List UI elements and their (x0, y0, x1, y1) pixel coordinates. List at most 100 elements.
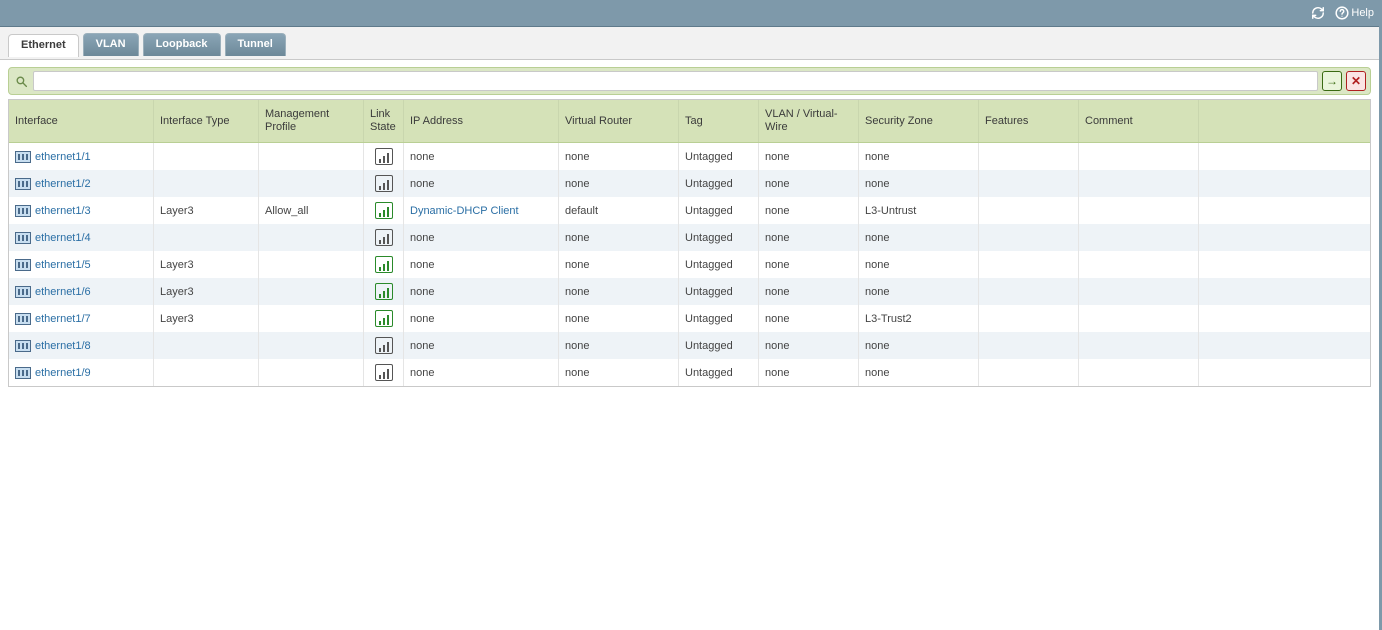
cell-features (979, 278, 1079, 305)
cell-management-profile (259, 305, 364, 332)
cell-comment (1079, 332, 1199, 359)
tab-ethernet[interactable]: Ethernet (8, 34, 79, 57)
search-clear-button[interactable]: ✕ (1346, 71, 1366, 91)
cell-virtual-router: default (559, 197, 679, 224)
cell-comment (1079, 278, 1199, 305)
refresh-button[interactable] (1311, 6, 1325, 20)
search-input[interactable] (33, 71, 1318, 91)
column-header[interactable]: Tag (679, 100, 759, 142)
content-area: → ✕ InterfaceInterface TypeManagement Pr… (0, 59, 1379, 630)
ip-address-text: none (410, 313, 434, 325)
link-state-icon (375, 229, 393, 246)
column-header[interactable] (1199, 100, 1370, 142)
cell-filler (1199, 143, 1370, 170)
tab-vlan[interactable]: VLAN (83, 33, 139, 56)
ip-address-text: none (410, 367, 434, 379)
cell-link-state (364, 224, 404, 251)
cell-interface-type (154, 359, 259, 386)
cell-management-profile (259, 278, 364, 305)
cell-vlan-vwire: none (759, 197, 859, 224)
link-state-icon (375, 256, 393, 273)
interface-link[interactable]: ethernet1/4 (35, 232, 91, 244)
tab-tunnel[interactable]: Tunnel (225, 33, 286, 56)
rj45-port-icon (15, 232, 31, 244)
cell-link-state (364, 197, 404, 224)
help-button[interactable]: Help (1335, 6, 1374, 20)
cell-filler (1199, 251, 1370, 278)
column-header[interactable]: Interface Type (154, 100, 259, 142)
cell-security-zone: none (859, 359, 979, 386)
column-header[interactable]: IP Address (404, 100, 559, 142)
interface-link[interactable]: ethernet1/2 (35, 178, 91, 190)
interface-link[interactable]: ethernet1/9 (35, 367, 91, 379)
cell-ip-address: none (404, 278, 559, 305)
help-label: Help (1351, 7, 1374, 19)
column-header[interactable]: Virtual Router (559, 100, 679, 142)
cell-features (979, 332, 1079, 359)
column-header[interactable]: VLAN / Virtual-Wire (759, 100, 859, 142)
cell-tag: Untagged (679, 305, 759, 332)
rj45-port-icon (15, 205, 31, 217)
search-go-button[interactable]: → (1322, 71, 1342, 91)
cell-ip-address: none (404, 143, 559, 170)
tab-loopback[interactable]: Loopback (143, 33, 221, 56)
column-header[interactable]: Features (979, 100, 1079, 142)
cell-security-zone: none (859, 332, 979, 359)
interface-link[interactable]: ethernet1/7 (35, 313, 91, 325)
cell-ip-address: none (404, 305, 559, 332)
cell-vlan-vwire: none (759, 359, 859, 386)
cell-filler (1199, 332, 1370, 359)
cell-link-state (364, 278, 404, 305)
cell-interface-type (154, 170, 259, 197)
cell-management-profile (259, 251, 364, 278)
cell-comment (1079, 305, 1199, 332)
cell-comment (1079, 224, 1199, 251)
cell-comment (1079, 170, 1199, 197)
column-header[interactable]: Interface (9, 100, 154, 142)
interface-link[interactable]: ethernet1/3 (35, 205, 91, 217)
rj45-port-icon (15, 340, 31, 352)
table-row: ethernet1/9nonenoneUntaggednonenone (9, 359, 1370, 386)
cell-tag: Untagged (679, 224, 759, 251)
rj45-port-icon (15, 286, 31, 298)
table-row: ethernet1/4nonenoneUntaggednonenone (9, 224, 1370, 251)
cell-vlan-vwire: none (759, 251, 859, 278)
ip-address-link[interactable]: Dynamic-DHCP Client (410, 205, 519, 217)
link-state-icon (375, 283, 393, 300)
interface-link[interactable]: ethernet1/1 (35, 151, 91, 163)
cell-management-profile (259, 332, 364, 359)
column-header[interactable]: Security Zone (859, 100, 979, 142)
cell-ip-address: none (404, 224, 559, 251)
table-row: ethernet1/3Layer3Allow_allDynamic-DHCP C… (9, 197, 1370, 224)
cell-virtual-router: none (559, 332, 679, 359)
search-icon (13, 73, 29, 89)
cell-tag: Untagged (679, 197, 759, 224)
cell-tag: Untagged (679, 143, 759, 170)
cell-link-state (364, 143, 404, 170)
rj45-port-icon (15, 313, 31, 325)
cell-vlan-vwire: none (759, 224, 859, 251)
arrow-right-icon: → (1326, 74, 1338, 88)
cell-filler (1199, 224, 1370, 251)
column-header[interactable]: Link State (364, 100, 404, 142)
cell-interface-type (154, 332, 259, 359)
interface-link[interactable]: ethernet1/6 (35, 286, 91, 298)
top-bar: Help (0, 0, 1382, 27)
cell-comment (1079, 251, 1199, 278)
column-header[interactable]: Comment (1079, 100, 1199, 142)
tab-label: VLAN (96, 38, 126, 50)
interface-link[interactable]: ethernet1/5 (35, 259, 91, 271)
refresh-icon (1311, 6, 1325, 20)
cell-filler (1199, 278, 1370, 305)
cell-security-zone: none (859, 170, 979, 197)
ip-address-text: none (410, 259, 434, 271)
cell-security-zone: none (859, 251, 979, 278)
column-header[interactable]: Management Profile (259, 100, 364, 142)
cell-interface-type (154, 143, 259, 170)
cell-vlan-vwire: none (759, 170, 859, 197)
cell-security-zone: none (859, 278, 979, 305)
cell-link-state (364, 251, 404, 278)
rj45-port-icon (15, 259, 31, 271)
cell-ip-address: none (404, 251, 559, 278)
interface-link[interactable]: ethernet1/8 (35, 340, 91, 352)
